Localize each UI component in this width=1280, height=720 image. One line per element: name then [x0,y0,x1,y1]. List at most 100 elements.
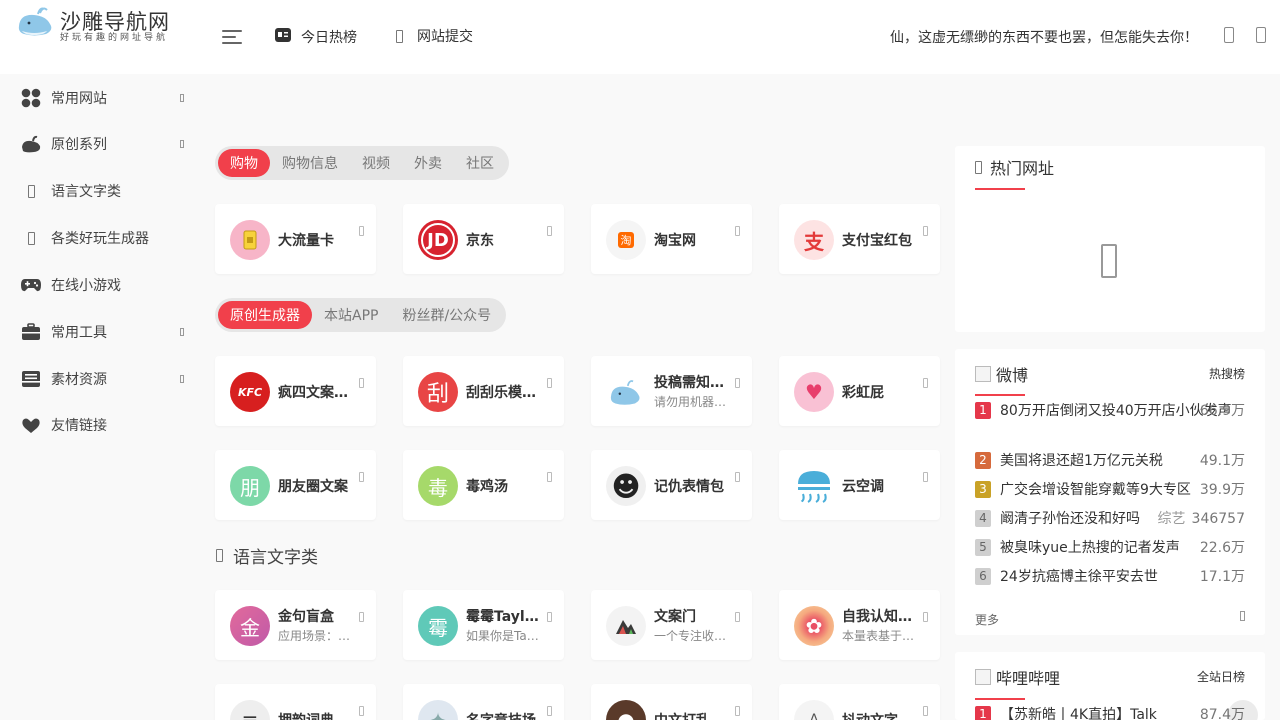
more-icon[interactable] [923,472,928,482]
more-icon[interactable] [547,378,552,388]
air-conditioner-icon [794,466,834,506]
more-icon[interactable] [359,706,364,716]
site-card[interactable]: ● 中文打乱生成器 [591,684,752,720]
loading-placeholder-icon [1101,244,1117,278]
more-icon[interactable] [735,472,740,482]
more-icon[interactable] [923,612,928,622]
site-card[interactable]: 淘 淘宝网 [591,204,752,274]
more-icon[interactable] [735,226,740,236]
more-icon[interactable] [547,612,552,622]
kfc-logo-icon: KFC [230,372,270,412]
more-link[interactable]: 更多 [975,611,999,628]
sidebar-item-label: 在线小游戏 [51,278,121,294]
site-card[interactable]: JD 京东 [403,204,564,274]
tab-video[interactable]: 视频 [350,149,402,177]
site-card[interactable]: 云空调 [779,450,940,520]
hot-item[interactable]: 1 【苏新皓丨4K直拍】Talk 87.4万 [975,705,1245,720]
tab-takeout[interactable]: 外卖 [402,149,454,177]
site-card[interactable]: 霉 霉霉Taylor Swift 如果你是Taylor粉 [403,590,564,660]
panel-title-text: 哔哩哔哩 [996,669,1061,688]
more-icon[interactable] [359,378,364,388]
toolbox-icon [20,321,42,343]
site-card[interactable]: ♥ 彩虹屁 [779,356,940,426]
tab-original-generators[interactable]: 原创生成器 [218,301,312,329]
tab-shopping-info[interactable]: 购物信息 [270,149,350,177]
site-card-title: 中文打乱生成器 [654,710,732,720]
more-icon[interactable] [547,706,552,716]
site-card[interactable]: A 抖动文字 [779,684,940,720]
site-card[interactable]: 文案门 一个专注收集文案的网站 [591,590,752,660]
title-underline [975,698,1025,700]
nav-submit-site[interactable]: 网站提交 [396,26,473,46]
rank-badge: 1 [975,402,991,419]
site-card[interactable]: ✿ 自我认知测试 本量表基于心理学 [779,590,940,660]
sidebar-item-common-sites[interactable]: 常用网站 [20,84,190,112]
search-icon[interactable] [1224,27,1234,43]
title-underline [975,394,1025,396]
sidebar-item-label: 语言文字类 [51,184,121,200]
site-card[interactable]: ☻ 记仇表情包 [591,450,752,520]
nav-today-hot[interactable]: 今日热榜 [274,26,357,48]
site-card[interactable]: KFC 疯四文案生成器 [215,356,376,426]
sidebar-item-label: 各类好玩生成器 [51,231,149,247]
hot-item[interactable]: 6 24岁抗癌博主徐平安去世 17.1万 [975,567,1245,588]
sidebar-item-tools[interactable]: 常用工具 [20,318,190,346]
site-card[interactable]: 支 支付宝红包 [779,204,940,274]
grid-icon [20,87,42,109]
panel-right-link[interactable]: 全站日榜 [1197,668,1245,685]
more-icon[interactable] [547,226,552,236]
tab-shopping[interactable]: 购物 [218,149,270,177]
panel-right-link[interactable]: 热搜榜 [1209,365,1245,382]
site-card[interactable]: 金 金句盲盒 应用场景：朋友圈 [215,590,376,660]
more-icon[interactable] [359,472,364,482]
sidebar-item-label: 素材资源 [51,372,107,388]
menu-toggle-icon[interactable] [222,28,244,46]
site-card[interactable]: ✦ 名字竞技场 [403,684,564,720]
site-card-title: 投稿需知（必读） [654,375,732,391]
chevron-icon [180,140,184,148]
more-icon[interactable] [923,226,928,236]
site-card[interactable]: ≡ 押韵词典 [215,684,376,720]
sidebar-item-original[interactable]: 原创系列 [20,130,190,158]
more-icon[interactable] [547,472,552,482]
placeholder-icon [20,180,42,202]
user-icon[interactable] [1256,27,1266,43]
hot-item[interactable]: 4 阚清子孙怡还没和好吗 综艺 346757 [975,509,1245,530]
more-icon[interactable] [735,612,740,622]
site-card[interactable]: 大流量卡 [215,204,376,274]
site-card[interactable]: 毒 毒鸡汤 [403,450,564,520]
hot-item[interactable]: 3 广交会增设智能穿戴等9大专区 39.9万 [975,480,1245,501]
tab-fan-group[interactable]: 粉丝群/公众号 [390,301,503,329]
site-card[interactable]: 刮 刮刮乐模拟器 [403,356,564,426]
more-icon[interactable] [923,706,928,716]
site-card[interactable]: 朋 朋友圈文案 [215,450,376,520]
sidebar: 常用网站 原创系列 语言文字类 各类好玩生成器 在线小游戏 常用工具 素材资源 [0,74,200,720]
tab-community[interactable]: 社区 [454,149,506,177]
rank-badge: 5 [975,539,991,556]
alipay-redpacket-icon: 支 [794,220,834,260]
sidebar-item-games[interactable]: 在线小游戏 [20,271,190,299]
site-card-title: 彩虹屁 [842,385,884,401]
tab-site-app[interactable]: 本站APP [312,301,390,329]
site-card-desc: 应用场景：朋友圈 [278,629,354,643]
more-icon[interactable] [735,706,740,716]
more-icon[interactable] [923,378,928,388]
hot-item-text: 美国将退还超1万亿元关税 [1000,453,1163,469]
hot-item[interactable]: 2 美国将退还超1万亿元关税 49.1万 [975,451,1245,472]
hot-item[interactable]: 5 被臭味yue上热搜的记者发声 22.6万 [975,538,1245,559]
placeholder-icon [216,549,223,562]
sidebar-item-generators[interactable]: 各类好玩生成器 [20,224,190,252]
arrow-right-icon[interactable] [1240,611,1245,621]
sidebar-item-resources[interactable]: 素材资源 [20,365,190,393]
more-icon[interactable] [735,378,740,388]
more-icon[interactable] [359,612,364,622]
panel-hot-sites: 热门网址 [955,146,1265,332]
site-card[interactable]: 投稿需知（必读） 请勿用机器人投稿 [591,356,752,426]
bilibili-logo-icon [975,669,991,685]
whale-logo-icon [18,7,52,36]
more-icon[interactable] [359,226,364,236]
hot-item[interactable]: 1 80万开店倒闭又投40万开店小伙发声 66.9万 [975,401,1245,422]
sidebar-item-links[interactable]: 友情链接 [20,411,190,439]
sidebar-item-language[interactable]: 语言文字类 [20,177,190,205]
site-logo[interactable]: 沙雕导航网 好玩有趣的网址导航 [16,4,186,44]
